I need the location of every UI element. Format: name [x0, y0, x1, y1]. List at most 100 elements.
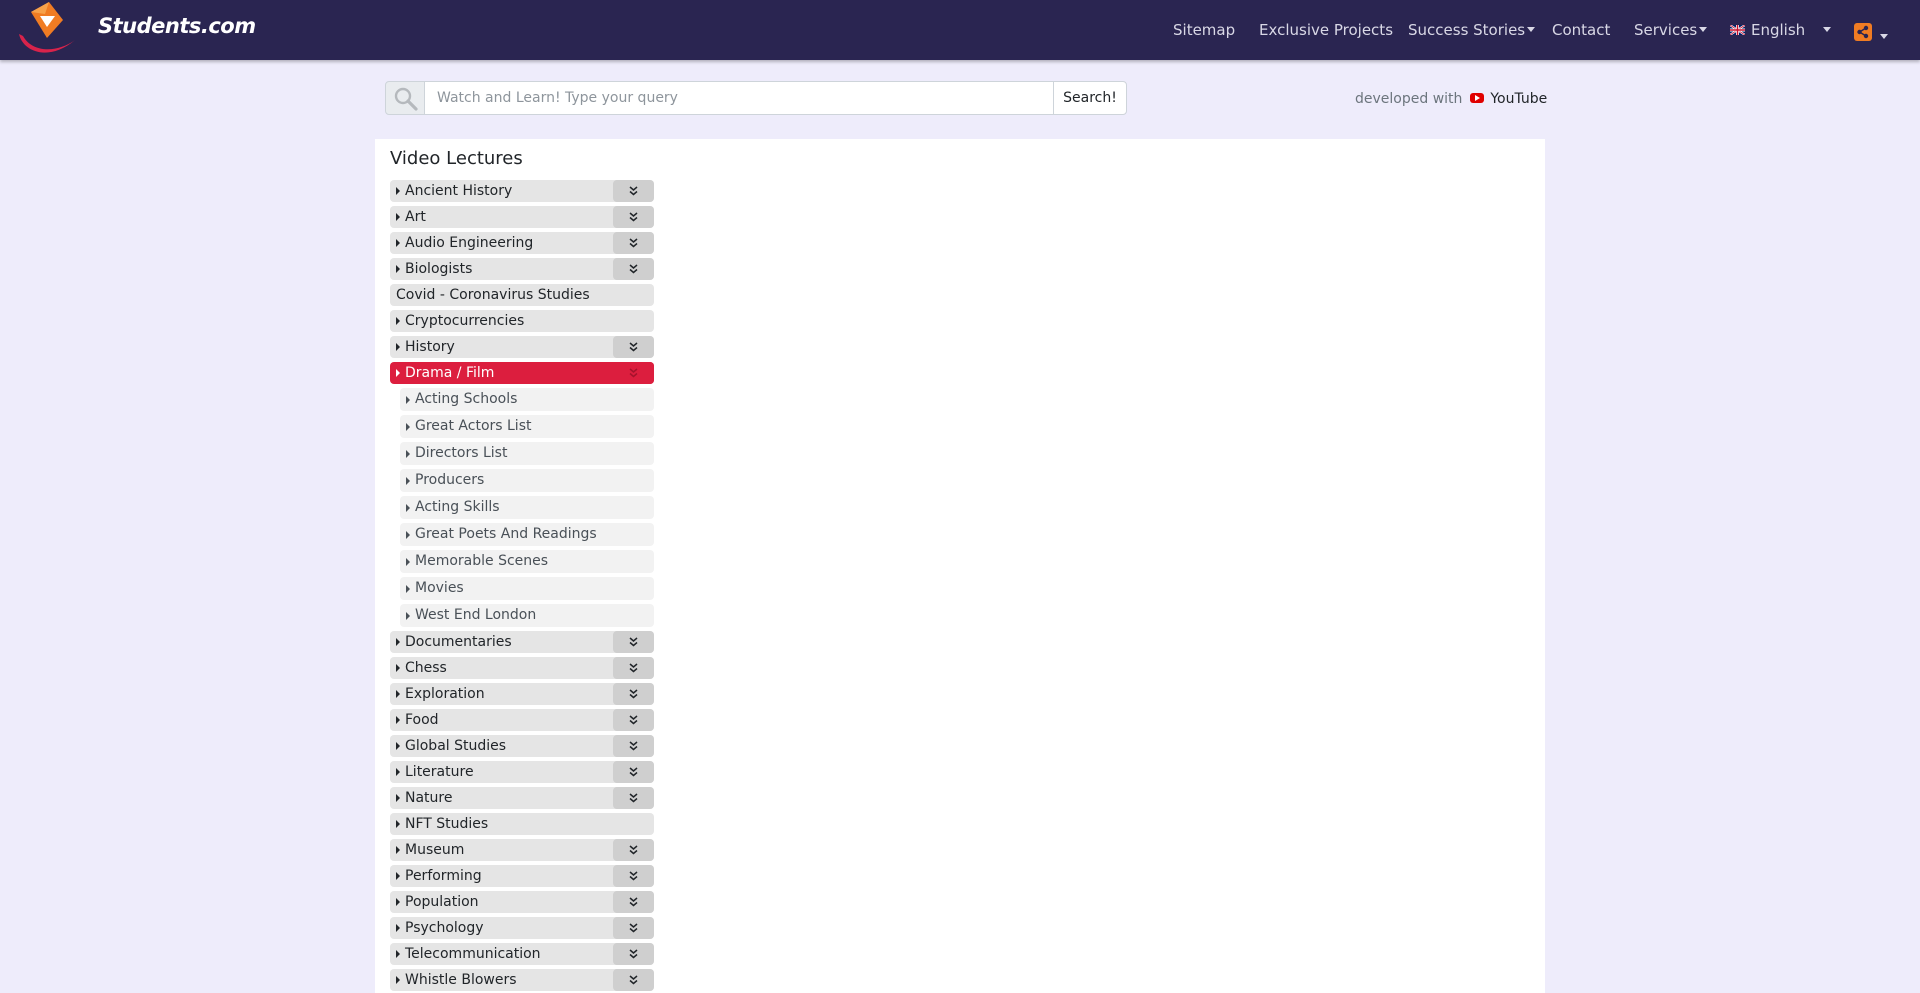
caret-right-icon [396, 213, 400, 221]
expand-toggle-button[interactable] [613, 943, 654, 965]
category-label: Audio Engineering [405, 235, 534, 251]
search-input[interactable] [424, 81, 1054, 115]
expand-toggle-button[interactable] [613, 362, 654, 384]
category-chess[interactable]: Chess [390, 657, 654, 679]
caret-right-icon [406, 612, 410, 620]
double-chevron-down-icon [629, 871, 638, 881]
expand-toggle-button[interactable] [613, 709, 654, 731]
category-label: History [405, 339, 455, 355]
category-museum[interactable]: Museum [390, 839, 654, 861]
expand-toggle-button[interactable] [613, 258, 654, 280]
nav-services[interactable]: Services [1634, 21, 1708, 39]
category-label: Museum [405, 842, 465, 858]
category-psychology[interactable]: Psychology [390, 917, 654, 939]
category-label: Psychology [405, 920, 484, 936]
category-population[interactable]: Population [390, 891, 654, 913]
category-cryptocurrencies[interactable]: Cryptocurrencies [390, 310, 654, 332]
language-selector[interactable]: English [1730, 21, 1832, 39]
share-button[interactable] [1854, 23, 1872, 41]
caret-right-icon [406, 396, 410, 404]
caret-right-icon [396, 369, 400, 377]
category-list: Ancient History Art Audio Engineering Biolo… [390, 180, 654, 993]
category-label: Ancient History [405, 183, 513, 199]
caret-right-icon [396, 638, 400, 646]
category-audio-engineering[interactable]: Audio Engineering [390, 232, 654, 254]
subcategory-directors-list[interactable]: Directors List [400, 442, 654, 465]
category-telecommunication[interactable]: Telecommunication [390, 943, 654, 965]
category-exploration[interactable]: Exploration [390, 683, 654, 705]
category-documentaries[interactable]: Documentaries [390, 631, 654, 653]
double-chevron-down-icon [629, 368, 638, 378]
category-whistle-blowers[interactable]: Whistle Blowers [390, 969, 654, 991]
category-food[interactable]: Food [390, 709, 654, 731]
search-icon [394, 87, 418, 111]
category-drama-film[interactable]: Drama / Film [390, 362, 654, 384]
category-literature[interactable]: Literature [390, 761, 654, 783]
search-button[interactable]: Search! [1053, 81, 1127, 115]
expand-toggle-button[interactable] [613, 865, 654, 887]
category-nature[interactable]: Nature [390, 787, 654, 809]
expand-toggle-button[interactable] [613, 839, 654, 861]
developed-with: developed with YouTube [1355, 91, 1548, 107]
category-ancient-history[interactable]: Ancient History [390, 180, 654, 202]
subcategory-west-end-london[interactable]: West End London [400, 604, 654, 627]
caret-right-icon [406, 477, 410, 485]
expand-toggle-button[interactable] [613, 206, 654, 228]
category-biologists[interactable]: Biologists [390, 258, 654, 280]
expand-toggle-button[interactable] [613, 891, 654, 913]
subcategory-movies[interactable]: Movies [400, 577, 654, 600]
chevron-down-icon[interactable] [1880, 34, 1888, 39]
double-chevron-down-icon [629, 689, 638, 699]
subcategory-label: West End London [415, 607, 537, 623]
nav-exclusive-projects[interactable]: Exclusive Projects [1259, 21, 1393, 39]
category-label: NFT Studies [405, 816, 489, 832]
subcategory-acting-schools[interactable]: Acting Schools [400, 388, 654, 411]
double-chevron-down-icon [629, 897, 638, 907]
site-logo[interactable]: Students.com [15, 0, 256, 58]
category-history[interactable]: History [390, 336, 654, 358]
chevron-down-icon [1527, 27, 1536, 32]
subcategory-great-actors-list[interactable]: Great Actors List [400, 415, 654, 438]
expand-toggle-button[interactable] [613, 969, 654, 991]
subcategory-great-poets-and-readings[interactable]: Great Poets And Readings [400, 523, 654, 546]
category-performing[interactable]: Performing [390, 865, 654, 887]
youtube-icon [1469, 93, 1484, 103]
category-covid-coronavirus-studies[interactable]: Covid - Coronavirus Studies [390, 284, 654, 306]
expand-toggle-button[interactable] [613, 180, 654, 202]
nav-contact[interactable]: Contact [1552, 21, 1610, 39]
caret-right-icon [396, 716, 400, 724]
category-label: Food [405, 712, 439, 728]
category-art[interactable]: Art [390, 206, 654, 228]
search-bar: Search! [385, 81, 1142, 115]
expand-toggle-button[interactable] [613, 735, 654, 757]
double-chevron-down-icon [629, 212, 638, 222]
expand-toggle-button[interactable] [613, 336, 654, 358]
expand-toggle-button[interactable] [613, 631, 654, 653]
double-chevron-down-icon [629, 264, 638, 274]
category-label: Art [405, 209, 426, 225]
nav-success-stories[interactable]: Success Stories [1408, 21, 1536, 39]
panel-title: Video Lectures [390, 148, 523, 169]
subcategory-label: Acting Schools [415, 391, 518, 407]
category-label: Performing [405, 868, 482, 884]
double-chevron-down-icon [629, 637, 638, 647]
category-label: Biologists [405, 261, 473, 277]
double-chevron-down-icon [629, 342, 638, 352]
logo-icon [19, 2, 75, 53]
subcategory-memorable-scenes[interactable]: Memorable Scenes [400, 550, 654, 573]
category-label: Literature [405, 764, 474, 780]
youtube-link[interactable]: YouTube [1490, 91, 1547, 107]
subcategory-acting-skills[interactable]: Acting Skills [400, 496, 654, 519]
category-nft-studies[interactable]: NFT Studies [390, 813, 654, 835]
expand-toggle-button[interactable] [613, 657, 654, 679]
expand-toggle-button[interactable] [613, 683, 654, 705]
expand-toggle-button[interactable] [613, 787, 654, 809]
caret-right-icon [406, 423, 410, 431]
expand-toggle-button[interactable] [613, 761, 654, 783]
subcategory-producers[interactable]: Producers [400, 469, 654, 492]
caret-right-icon [396, 950, 400, 958]
expand-toggle-button[interactable] [613, 917, 654, 939]
category-global-studies[interactable]: Global Studies [390, 735, 654, 757]
expand-toggle-button[interactable] [613, 232, 654, 254]
nav-sitemap[interactable]: Sitemap [1173, 21, 1235, 39]
